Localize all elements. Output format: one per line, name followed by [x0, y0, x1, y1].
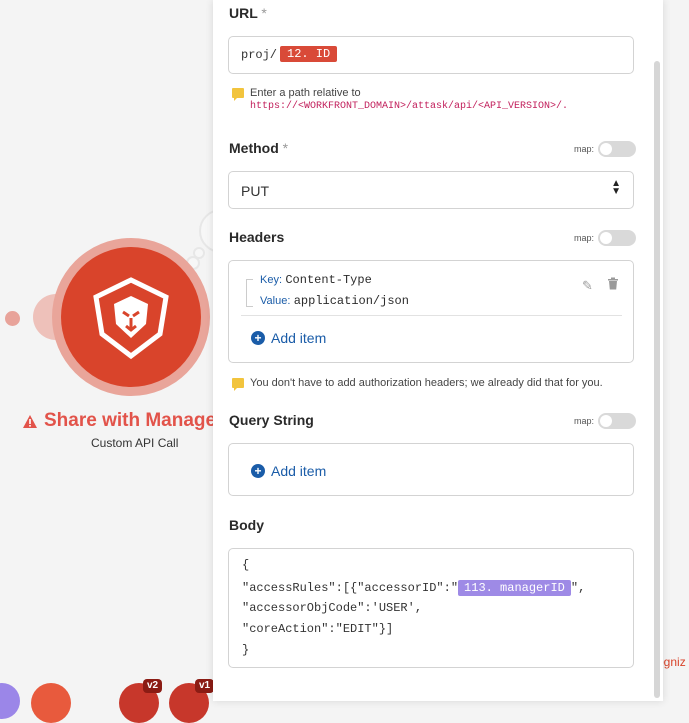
key-label: Key:: [260, 274, 283, 286]
required-mark: *: [261, 5, 267, 21]
plus-icon: +: [251, 331, 265, 345]
add-item-label: Add item: [271, 463, 327, 479]
url-variable-pill[interactable]: 12. ID: [280, 46, 338, 62]
workfront-lion-icon: [93, 277, 169, 360]
connector-dot-small: [193, 247, 205, 259]
method-selected-value: PUT: [241, 183, 269, 199]
value-label: Value:: [260, 295, 291, 307]
url-hint-path: https://<WORKFRONT_DOMAIN>/attask/api/<A…: [250, 101, 569, 112]
add-item-label: Add item: [271, 330, 327, 346]
body-code-text: ",: [570, 581, 586, 595]
map-switch[interactable]: [598, 413, 637, 429]
workfront-module[interactable]: [61, 247, 201, 387]
url-input[interactable]: proj/ 12. ID: [228, 36, 634, 74]
body-line: "accessorObjCode":'USER',: [242, 601, 423, 615]
body-code-text: "accessRules":[{"accessorID":": [242, 581, 459, 595]
delete-icon[interactable]: [607, 277, 619, 293]
header-item-value[interactable]: Value: application/json: [260, 293, 409, 308]
hint-icon: [232, 378, 244, 391]
divider: [241, 315, 622, 316]
headers-label: Headers: [229, 229, 285, 245]
hint-icon: [232, 88, 244, 101]
key-value: Content-Type: [285, 273, 372, 287]
url-hint-text: Enter a path relative to: [250, 87, 361, 99]
headers-add-item-button[interactable]: + Add item: [251, 330, 326, 346]
required-mark: *: [282, 140, 289, 156]
method-label-text: Method: [229, 140, 279, 156]
map-label: map:: [574, 416, 595, 426]
version-badge: v1: [195, 679, 215, 693]
header-item-bracket: [246, 279, 253, 307]
module-subtitle: Custom API Call: [91, 436, 179, 450]
body-variable-pill[interactable]: 113. managerID: [458, 580, 571, 596]
query-add-item-button[interactable]: + Add item: [251, 463, 326, 479]
select-arrows-icon: ▲ ▼: [611, 178, 621, 197]
body-line: {: [242, 558, 250, 572]
module-title[interactable]: Share with Manager: [22, 410, 224, 432]
scenario-node[interactable]: [31, 683, 71, 723]
body-line: "coreAction":"EDIT"}]: [242, 622, 394, 636]
headers-hint: You don't have to add authorization head…: [232, 377, 603, 391]
body-line: "accessRules":[{"accessorID":" 113. manag…: [242, 580, 585, 596]
plus-icon: +: [251, 464, 265, 478]
value-value: application/json: [293, 294, 409, 308]
map-label: map:: [574, 233, 595, 243]
headers-hint-text: You don't have to add authorization head…: [250, 377, 603, 389]
method-label: Method *: [229, 140, 288, 156]
map-switch[interactable]: [598, 230, 637, 246]
query-map-toggle[interactable]: map:: [574, 413, 637, 429]
version-badge: v2: [143, 679, 163, 693]
module-title-text: Share with Manager: [44, 410, 224, 431]
method-map-toggle[interactable]: map:: [574, 141, 637, 157]
url-prefix: proj/: [241, 48, 278, 62]
headers-map-toggle[interactable]: map:: [574, 230, 637, 246]
scrollbar-thumb[interactable]: [654, 61, 660, 698]
connector-dot: [5, 311, 20, 326]
scenario-node[interactable]: [0, 683, 20, 719]
map-label: map:: [574, 144, 595, 154]
url-label-text: URL: [229, 5, 258, 21]
header-item-key[interactable]: Key: Content-Type: [260, 272, 372, 287]
map-switch[interactable]: [598, 141, 637, 157]
warning-icon: [23, 414, 37, 428]
query-string-label: Query String: [229, 412, 314, 428]
edit-icon[interactable]: ✎: [582, 278, 593, 294]
body-label: Body: [229, 517, 264, 533]
url-hint: Enter a path relative to https://<WORKFR…: [232, 87, 568, 112]
method-select[interactable]: PUT ▲ ▼: [228, 171, 634, 209]
url-label: URL *: [229, 5, 267, 21]
body-line: }: [242, 643, 250, 657]
